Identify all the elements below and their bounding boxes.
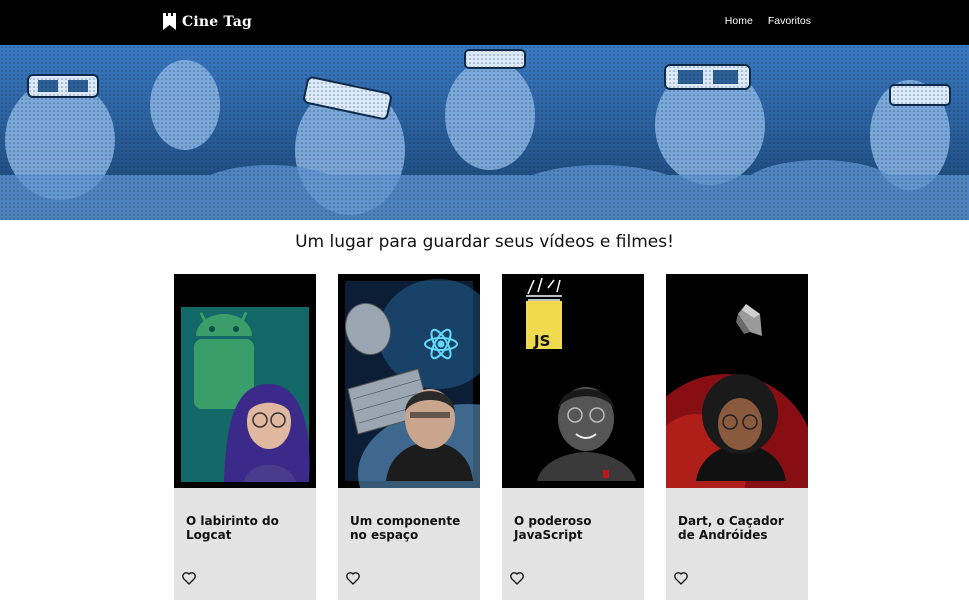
video-card[interactable]: JS O poderoso JavaScript <box>502 274 644 600</box>
logo[interactable]: Cine Tag <box>163 13 252 30</box>
heart-outline-icon[interactable] <box>509 570 525 586</box>
video-thumbnail[interactable] <box>666 274 808 488</box>
video-title: Dart, o Caçador de Andróides <box>678 514 784 542</box>
logo-text: Cine Tag <box>182 13 252 30</box>
page-subtitle: Um lugar para guardar seus vídeos e film… <box>295 232 674 252</box>
video-title: O labirinto do Logcat <box>186 514 279 542</box>
javascript-logo-text: JS <box>533 332 550 350</box>
heart-outline-icon[interactable] <box>181 570 197 586</box>
main-nav: Home Favoritos <box>725 15 811 27</box>
nav-link-favoritos[interactable]: Favoritos <box>768 15 811 27</box>
video-title: Um componente no espaço <box>350 514 461 542</box>
heart-outline-icon[interactable] <box>673 570 689 586</box>
banner-image <box>0 45 969 220</box>
video-thumbnail[interactable]: JS <box>502 274 644 488</box>
video-card[interactable]: O labirinto do Logcat <box>174 274 316 600</box>
nav-link-home[interactable]: Home <box>725 15 753 27</box>
clapperboard-icon <box>163 13 176 30</box>
top-navbar: Cine Tag Home Favoritos <box>0 0 969 45</box>
hero-banner <box>0 45 969 220</box>
video-thumbnail[interactable] <box>174 274 316 488</box>
video-title: O poderoso JavaScript <box>514 514 592 542</box>
video-thumbnail[interactable] <box>338 274 480 488</box>
video-card[interactable]: Dart, o Caçador de Andróides <box>666 274 808 600</box>
video-card[interactable]: Um componente no espaço <box>338 274 480 600</box>
heart-outline-icon[interactable] <box>345 570 361 586</box>
javascript-icon: JS <box>526 301 562 350</box>
